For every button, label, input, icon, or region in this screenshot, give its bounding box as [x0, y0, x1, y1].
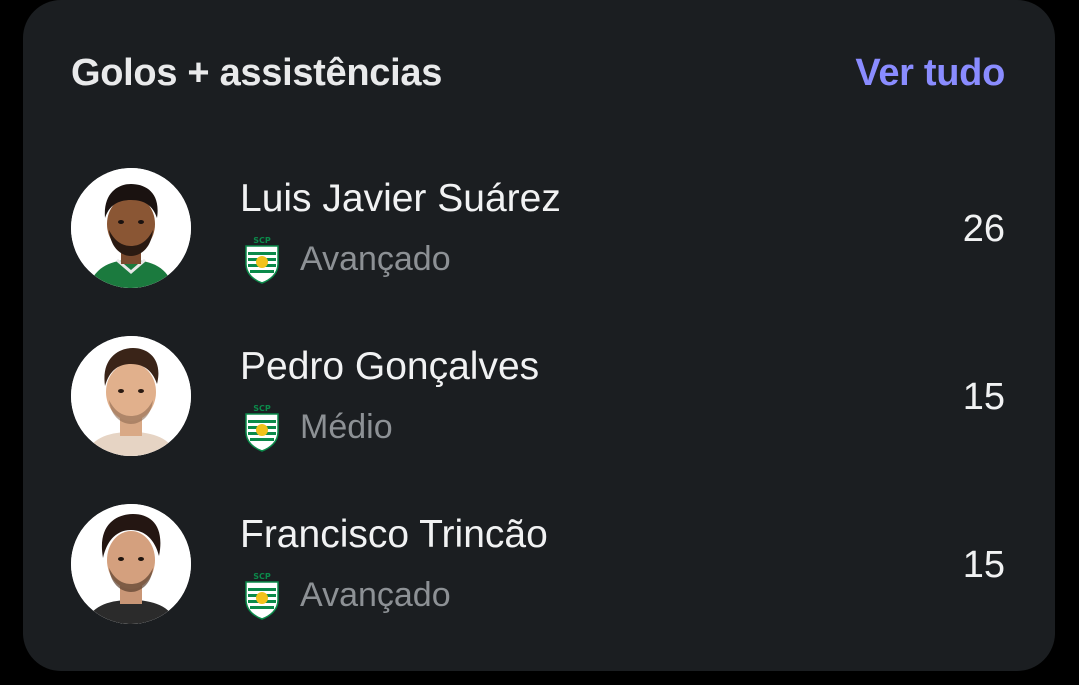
goals-assists-card: Golos + assistências Ver tudo Luis Javie… — [23, 0, 1055, 671]
svg-text:SCP: SCP — [253, 236, 271, 245]
stat-value: 15 — [962, 376, 1005, 418]
player-position: Médio — [300, 408, 393, 446]
player-name: Pedro Gonçalves — [240, 345, 540, 388]
player-row-luis-javier-suarez[interactable]: Luis Javier Suárez SCP Avançado 26 — [23, 168, 1055, 292]
player-avatar — [71, 504, 191, 624]
sporting-cp-crest-icon: SCP — [245, 572, 279, 620]
player-position: Avançado — [300, 576, 451, 614]
player-avatar — [71, 336, 191, 456]
stat-value: 15 — [962, 544, 1005, 586]
player-name: Luis Javier Suárez — [240, 177, 561, 220]
svg-text:SCP: SCP — [253, 572, 271, 581]
player-name: Francisco Trincão — [240, 513, 548, 556]
player-avatar — [71, 168, 191, 288]
player-position: Avançado — [300, 240, 451, 278]
svg-text:SCP: SCP — [253, 404, 271, 413]
card-header: Golos + assistências Ver tudo — [23, 48, 1055, 98]
stat-value: 26 — [962, 208, 1005, 250]
sporting-cp-crest-icon: SCP — [245, 404, 279, 452]
player-row-francisco-trincao[interactable]: Francisco Trincão SCP Avançado 15 — [23, 504, 1055, 628]
see-all-link[interactable]: Ver tudo — [855, 48, 1005, 98]
sporting-cp-crest-icon: SCP — [245, 236, 279, 284]
card-title: Golos + assistências — [71, 52, 443, 94]
player-row-pedro-goncalves[interactable]: Pedro Gonçalves SCP Médio 15 — [23, 336, 1055, 460]
